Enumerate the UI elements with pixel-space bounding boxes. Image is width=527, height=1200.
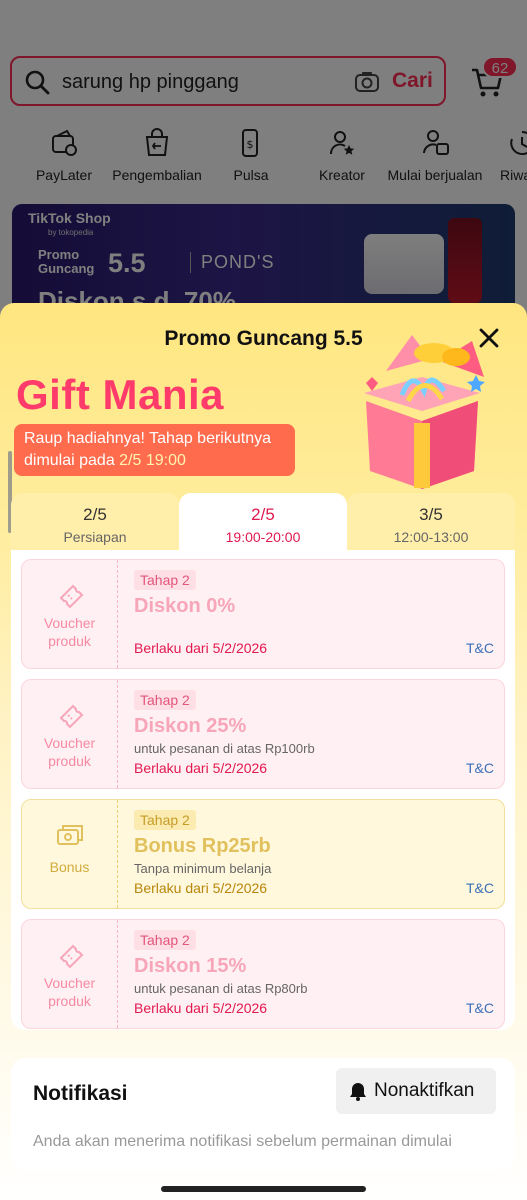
tab-day: 2/5 — [251, 505, 275, 524]
reward-min-spend: untuk pesanan di atas Rp100rb — [134, 741, 315, 756]
gift-mania-sheet: Promo Guncang 5.5 Gift Mania Raup hadiah… — [0, 303, 527, 1200]
reward-min-spend: untuk pesanan di atas Rp80rb — [134, 981, 308, 996]
voucher-ticket-icon — [59, 704, 83, 729]
tab-day: 2/5 — [83, 505, 107, 524]
gift-box-icon — [364, 335, 485, 489]
stage-tag: Tahap 2 — [134, 810, 196, 830]
voucher-ticket-icon — [59, 584, 83, 609]
home-indicator — [161, 1186, 366, 1192]
reward-card-bonus[interactable]: Bonus Tahap 2 Bonus Rp25rb Tanpa minimum… — [21, 799, 505, 909]
reward-valid-date: Berlaku dari 5/2/2026 — [134, 1000, 268, 1016]
reward-type-label: Voucher produk — [43, 735, 96, 769]
tab-active-stage[interactable]: 2/5 19:00-20:00 — [179, 493, 347, 551]
stage-tag: Tahap 2 — [134, 690, 196, 710]
reward-valid-date: Berlaku dari 5/2/2026 — [134, 880, 268, 896]
reward-type-label: Voucher produk — [43, 975, 96, 1009]
tab-sub: 19:00-20:00 — [225, 529, 301, 545]
notification-title: Notifikasi — [33, 1082, 128, 1105]
cash-bonus-icon — [56, 825, 83, 845]
tab-day: 3/5 — [419, 505, 443, 524]
terms-link[interactable]: T&C — [466, 760, 494, 776]
reward-type-label: Voucher produk — [43, 615, 96, 649]
reward-valid-date: Berlaku dari 5/2/2026 — [134, 640, 268, 656]
reward-type: Bonus — [22, 800, 118, 908]
reward-title: Diskon 0% — [134, 595, 236, 617]
reward-min-spend: Tanpa minimum belanja — [134, 861, 272, 876]
reward-card[interactable]: Voucher produk Tahap 2 Diskon 15% untuk … — [21, 919, 505, 1029]
voucher-ticket-icon — [59, 944, 83, 969]
tab-next-stage[interactable]: 3/5 12:00-13:00 — [347, 493, 515, 551]
reward-valid-date: Berlaku dari 5/2/2026 — [134, 760, 268, 776]
tab-sub: Persiapan — [63, 529, 127, 545]
tab-persiapan[interactable]: 2/5 Persiapan — [11, 493, 179, 551]
disable-notification-button[interactable]: Nonaktifkan — [336, 1068, 496, 1114]
terms-link[interactable]: T&C — [466, 880, 494, 896]
reward-title: Diskon 15% — [134, 955, 247, 977]
reward-type-label: Bonus — [49, 859, 90, 875]
reward-card[interactable]: Voucher produk Tahap 2 Diskon 0% Berlaku… — [21, 559, 505, 669]
terms-link[interactable]: T&C — [466, 640, 494, 656]
headline: Gift Mania — [16, 371, 225, 418]
notification-panel: Notifikasi Nonaktifkan Anda akan menerim… — [11, 1058, 515, 1170]
stage-tabs: 2/5 Persiapan 2/5 19:00-20:00 3/5 12:00-… — [11, 493, 515, 551]
info-highlight: 2/5 19:00 — [119, 452, 186, 469]
disable-notification-label: Nonaktifkan — [374, 1080, 475, 1101]
reward-card[interactable]: Voucher produk Tahap 2 Diskon 25% untuk … — [21, 679, 505, 789]
reward-list: Voucher produk Tahap 2 Diskon 0% Berlaku… — [11, 550, 515, 1030]
bell-icon — [350, 1083, 366, 1101]
notification-description: Anda akan menerima notifikasi sebelum pe… — [33, 1133, 452, 1150]
reward-type: Voucher produk — [22, 920, 118, 1028]
reward-title: Bonus Rp25rb — [134, 835, 271, 857]
tab-sub: 12:00-13:00 — [393, 529, 469, 545]
stage-tag: Tahap 2 — [134, 930, 196, 950]
stage-tag: Tahap 2 — [134, 570, 196, 590]
terms-link[interactable]: T&C — [466, 1000, 494, 1016]
next-stage-info: Raup hadiahnya! Tahap berikutnya dimulai… — [14, 424, 295, 476]
reward-type: Voucher produk — [22, 680, 118, 788]
reward-type: Voucher produk — [22, 560, 118, 668]
reward-title: Diskon 25% — [134, 715, 247, 737]
